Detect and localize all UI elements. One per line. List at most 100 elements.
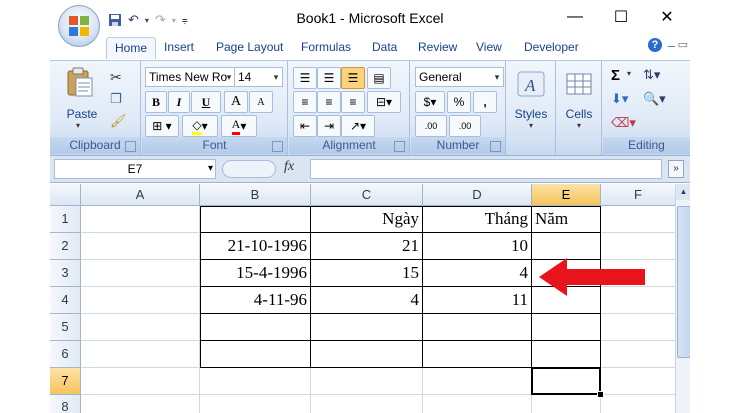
row-header-6[interactable]: 6 xyxy=(50,341,81,368)
tab-review[interactable]: Review xyxy=(418,40,457,54)
number-dialog-launcher[interactable] xyxy=(490,141,501,152)
select-all-corner[interactable] xyxy=(50,184,81,206)
autosum-icon[interactable]: Σ xyxy=(611,67,620,84)
column-header-d[interactable]: D xyxy=(423,184,532,206)
cell-c1[interactable]: Ngày xyxy=(311,206,422,233)
close-button[interactable]: ✕ xyxy=(644,2,690,32)
cells-label: Cells xyxy=(565,107,593,121)
paste-dropdown-icon[interactable]: ▾ xyxy=(76,121,80,130)
autosum-dropdown-icon[interactable]: ▾ xyxy=(627,69,631,78)
increase-decimal-button[interactable]: .00 xyxy=(415,115,447,137)
maximize-button[interactable]: ☐ xyxy=(598,2,644,32)
cell-c4[interactable]: 4 xyxy=(311,287,422,314)
editing-group-label: Editing xyxy=(603,137,690,154)
row-header-2[interactable]: 2 xyxy=(50,233,81,260)
bottom-align-button[interactable]: ☰ xyxy=(341,67,365,89)
comma-button[interactable]: , xyxy=(473,91,497,113)
cell-d4[interactable]: 11 xyxy=(423,287,531,314)
align-left-button[interactable]: ≡ xyxy=(293,91,317,113)
tab-home[interactable]: Home xyxy=(106,37,157,59)
formula-input[interactable] xyxy=(310,159,662,179)
borders-button[interactable]: ⊞ ▾ xyxy=(145,115,179,137)
scroll-up-icon[interactable]: ▲ xyxy=(676,184,690,200)
currency-button[interactable]: $ ▾ xyxy=(415,91,445,113)
increase-indent-button[interactable]: ⇥ xyxy=(317,115,341,137)
help-icon[interactable]: ? xyxy=(648,38,662,52)
cell-b3[interactable]: 15-4-1996 xyxy=(200,260,310,287)
row-header-1[interactable]: 1 xyxy=(50,206,81,233)
cell-d3[interactable]: 4 xyxy=(423,260,531,287)
column-header-b[interactable]: B xyxy=(200,184,311,206)
bold-button[interactable]: B xyxy=(145,91,167,113)
column-header-f[interactable]: F xyxy=(601,184,676,206)
grow-font-button[interactable]: A xyxy=(224,91,248,113)
font-color-button[interactable]: A ▾ xyxy=(221,115,257,137)
top-align-button[interactable]: ☰ xyxy=(293,67,317,89)
tab-view[interactable]: View xyxy=(476,40,502,54)
office-button[interactable] xyxy=(58,5,100,47)
cell-b4[interactable]: 4-11-96 xyxy=(200,287,310,314)
row-header-7[interactable]: 7 xyxy=(50,368,81,395)
format-painter-icon[interactable]: 🖌 xyxy=(110,113,127,129)
cell-e1[interactable]: Năm xyxy=(532,206,600,233)
percent-button[interactable]: % xyxy=(447,91,471,113)
cell-d2[interactable]: 10 xyxy=(423,233,531,260)
shrink-font-button[interactable]: A xyxy=(249,91,273,113)
styles-group[interactable]: A Styles ▾ xyxy=(507,61,556,155)
paste-button-label[interactable]: Paste xyxy=(64,107,100,121)
font-size-dropdown[interactable]: 14 ▾ xyxy=(234,67,283,87)
align-right-button[interactable]: ≡ xyxy=(341,91,365,113)
sort-filter-icon[interactable]: ⇅▾ xyxy=(643,67,660,83)
svg-text:A: A xyxy=(524,76,536,95)
tab-formulas[interactable]: Formulas xyxy=(301,40,351,54)
copy-icon[interactable]: ❐ xyxy=(110,91,122,107)
fill-icon[interactable]: ⬇▾ xyxy=(611,91,628,107)
find-select-icon[interactable]: 🔍▾ xyxy=(643,91,666,107)
ribbon-minimize-icon[interactable]: – xyxy=(668,38,675,53)
italic-button[interactable]: I xyxy=(168,91,190,113)
ribbon-restore-icon[interactable]: ▭ xyxy=(678,38,688,51)
orientation-button[interactable]: ↗▾ xyxy=(341,115,375,137)
row-header-4[interactable]: 4 xyxy=(50,287,81,314)
column-header-a[interactable]: A xyxy=(81,184,200,206)
middle-align-button[interactable]: ☰ xyxy=(317,67,341,89)
column-header-e[interactable]: E xyxy=(532,184,601,206)
wrap-text-button[interactable]: ▤ xyxy=(367,67,391,89)
expand-formula-bar-icon[interactable]: » xyxy=(668,160,684,178)
cells-group[interactable]: Cells ▾ xyxy=(557,61,602,155)
fill-handle[interactable] xyxy=(597,391,604,398)
tab-data[interactable]: Data xyxy=(372,40,397,54)
paste-icon[interactable] xyxy=(64,66,96,98)
row-header-8[interactable]: 8 xyxy=(50,395,81,413)
cell-b2[interactable]: 21-10-1996 xyxy=(200,233,310,260)
name-box[interactable]: E7 ▾ xyxy=(54,159,216,179)
row-header-3[interactable]: 3 xyxy=(50,260,81,287)
font-name-dropdown[interactable]: Times New Ro ▾ xyxy=(145,67,236,87)
tab-insert[interactable]: Insert xyxy=(164,40,194,54)
cell-d1[interactable]: Tháng xyxy=(423,206,531,233)
column-header-c[interactable]: C xyxy=(311,184,423,206)
font-dialog-launcher[interactable] xyxy=(272,141,283,152)
alignment-dialog-launcher[interactable] xyxy=(394,141,405,152)
tab-developer[interactable]: Developer xyxy=(524,40,579,54)
clear-icon[interactable]: ⌫▾ xyxy=(611,115,636,131)
scrollbar-thumb[interactable] xyxy=(677,206,690,358)
fill-color-button[interactable]: ◇ ▾ xyxy=(182,115,218,137)
vertical-scrollbar[interactable]: ▲ xyxy=(675,184,690,413)
decrease-decimal-button[interactable]: .00 xyxy=(449,115,481,137)
formula-bar-splitter[interactable] xyxy=(222,160,276,178)
clipboard-dialog-launcher[interactable] xyxy=(125,141,136,152)
cell-c3[interactable]: 15 xyxy=(311,260,422,287)
cell-c2[interactable]: 21 xyxy=(311,233,422,260)
cut-icon[interactable]: ✂ xyxy=(110,69,122,86)
decrease-indent-button[interactable]: ⇤ xyxy=(293,115,317,137)
row-header-5[interactable]: 5 xyxy=(50,314,81,341)
underline-button[interactable]: U xyxy=(191,91,221,113)
merge-center-button[interactable]: ⊟▾ xyxy=(367,91,401,113)
tab-page-layout[interactable]: Page Layout xyxy=(216,40,283,54)
center-button[interactable]: ≡ xyxy=(317,91,341,113)
selected-cell-e7[interactable] xyxy=(531,367,601,395)
insert-function-icon[interactable]: fx xyxy=(284,159,294,175)
number-format-dropdown[interactable]: General ▾ xyxy=(415,67,504,87)
minimize-button[interactable]: — xyxy=(552,2,598,32)
